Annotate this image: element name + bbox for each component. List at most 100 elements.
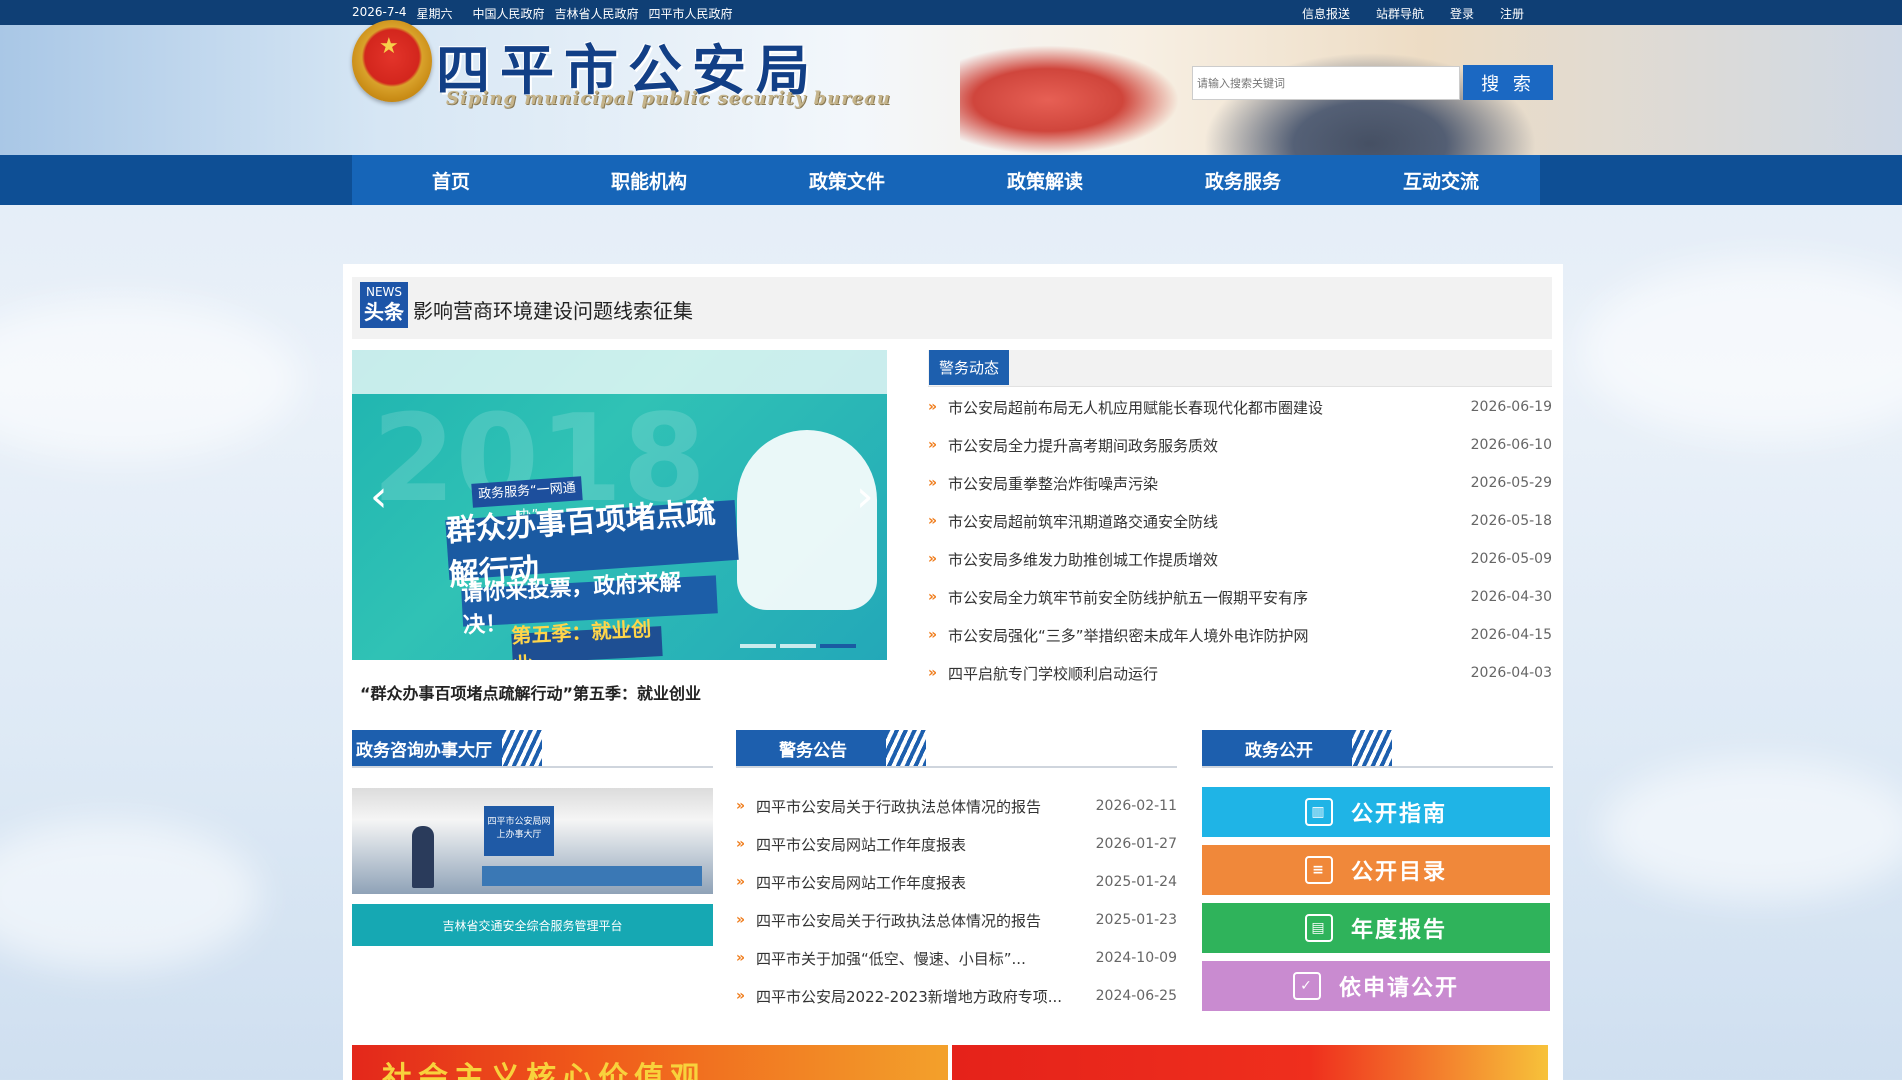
announcements-section-header: 警务公告 (736, 730, 1177, 768)
office-hall-sign: 四平市公安局网上办事大厅 (484, 806, 554, 856)
gov-open-title: 政务公开 (1202, 730, 1352, 766)
apply-disclosure-label: 依申请公开 (1338, 976, 1459, 1001)
nav-gov-services[interactable]: 政务服务 (1144, 155, 1342, 205)
link-central-government[interactable]: 中国人民政府 (472, 5, 544, 22)
bullet-icon: » (928, 551, 938, 567)
carousel-sponsor-strip (352, 350, 887, 394)
news-title[interactable]: 市公安局超前筑牢汛期道路交通安全防线 (948, 511, 1471, 532)
tab-police-news[interactable]: 警务动态 (929, 350, 1009, 385)
chart-icon: ▤ (1304, 914, 1333, 942)
list-item[interactable]: » 市公安局全力提升高考期间政务服务质效 2026-06-10 (928, 426, 1552, 464)
bullet-icon: » (928, 513, 938, 529)
list-item[interactable]: » 四平市公安局2022-2023新增地方政府专项... 2024-06-25 (736, 977, 1177, 1015)
list-item[interactable]: » 市公安局多维发力助推创城工作提质增效 2026-05-09 (928, 540, 1552, 578)
news-title[interactable]: 市公安局全力筑牢节前安全防线护航五一假期平安有序 (948, 587, 1471, 608)
announcement-title[interactable]: 四平市公安局网站工作年度报表 (756, 872, 1096, 893)
bottom-banner-left[interactable]: 社会主义核心价值观 (352, 1045, 948, 1080)
gov-open-section-header: 政务公开 (1202, 730, 1553, 768)
nav-home[interactable]: 首页 (352, 155, 550, 205)
bullet-icon: » (928, 627, 938, 643)
list-item[interactable]: » 市公安局全力筑牢节前安全防线护航五一假期平安有序 2026-04-30 (928, 578, 1552, 616)
image-carousel[interactable]: 2018 政务服务“一网通办” 群众办事百项堵点疏解行动 请你来投票，政府来解决… (352, 350, 887, 660)
list-item[interactable]: » 四平市公安局网站工作年度报表 2025-01-24 (736, 863, 1177, 901)
announcement-title[interactable]: 四平市公安局网站工作年度报表 (756, 834, 1096, 855)
background-cloud (1600, 760, 1902, 900)
link-jilin-government[interactable]: 吉林省人民政府 (555, 5, 639, 22)
police-emblem-icon (352, 20, 432, 102)
apply-disclosure-button[interactable]: ✓ 依申请公开 (1202, 961, 1550, 1011)
news-title[interactable]: 市公安局多维发力助推创城工作提质增效 (948, 549, 1471, 570)
nav-policy-interpretation[interactable]: 政策解读 (946, 155, 1144, 205)
news-title[interactable]: 市公安局强化“三多”举措织密未成年人境外电诈防护网 (948, 625, 1471, 646)
headline-link[interactable]: 影响营商环境建设问题线索征集 (413, 295, 693, 324)
bottom-banner-right[interactable] (952, 1045, 1548, 1080)
announcement-date: 2024-06-25 (1095, 988, 1177, 1004)
flag-decoration (960, 45, 1180, 155)
open-catalog-button[interactable]: ≡ 公开目录 (1202, 845, 1550, 895)
news-title[interactable]: 市公安局全力提升高考期间政务服务质效 (948, 435, 1471, 456)
stripes-decoration (1352, 730, 1392, 766)
list-item[interactable]: » 市公安局超前布局无人机应用赋能长春现代化都市圈建设 2026-06-19 (928, 388, 1552, 426)
current-weekday: 星期六 (416, 7, 453, 21)
carousel-caption[interactable]: “群众办事百项堵点疏解行动”第五季：就业创业 (360, 680, 701, 704)
office-hall-title: 政务咨询办事大厅 (352, 730, 502, 766)
list-item[interactable]: » 四平市公安局关于行政执法总体情况的报告 2025-01-23 (736, 901, 1177, 939)
list-icon: ≡ (1304, 856, 1333, 884)
carousel-next-arrow-icon[interactable]: › (856, 475, 874, 519)
list-item[interactable]: » 市公安局强化“三多”举措织密未成年人境外电诈防护网 2026-04-15 (928, 616, 1552, 654)
carousel-prev-arrow-icon[interactable]: ‹ (370, 475, 388, 519)
bullet-icon: » (736, 836, 746, 852)
nav-departments[interactable]: 职能机构 (550, 155, 748, 205)
nav-policy-documents[interactable]: 政策文件 (748, 155, 946, 205)
list-item[interactable]: » 四平市关于加强“低空、慢速、小目标”... 2024-10-09 (736, 939, 1177, 977)
announcement-date: 2025-01-24 (1095, 874, 1177, 890)
background-cloud (0, 300, 300, 460)
open-guide-button[interactable]: ▥ 公开指南 (1202, 787, 1550, 837)
police-officers-image (1190, 45, 1550, 155)
carousel-dot-active[interactable] (820, 644, 856, 648)
main-nav-inner: 首页 职能机构 政策文件 政策解读 政务服务 互动交流 (352, 155, 1540, 205)
announcements-list: » 四平市公安局关于行政执法总体情况的报告 2026-02-11 » 四平市公安局网站… (736, 787, 1177, 1015)
bullet-icon: » (928, 399, 938, 415)
nav-interaction[interactable]: 互动交流 (1342, 155, 1540, 205)
main-nav: 首页 职能机构 政策文件 政策解读 政务服务 互动交流 (0, 155, 1902, 205)
list-item[interactable]: » 市公安局重拳整治炸街噪声污染 2026-05-29 (928, 464, 1552, 502)
link-info-submit[interactable]: 信息报送 (1302, 5, 1350, 22)
stripes-decoration (502, 730, 542, 766)
carousel-slide-season: 第五季：就业创业 (511, 617, 663, 660)
news-date: 2026-04-30 (1470, 589, 1552, 605)
link-siping-government[interactable]: 四平市人民政府 (649, 5, 733, 22)
announcement-date: 2026-02-11 (1095, 798, 1177, 814)
list-item[interactable]: » 四平市公安局网站工作年度报表 2026-01-27 (736, 825, 1177, 863)
bullet-icon: » (928, 665, 938, 681)
news-title[interactable]: 市公安局超前布局无人机应用赋能长春现代化都市圈建设 (948, 397, 1471, 418)
traffic-platform-link[interactable]: 吉林省交通安全综合服务管理平台 (352, 904, 713, 946)
announcement-title[interactable]: 四平市公安局关于行政执法总体情况的报告 (756, 910, 1096, 931)
list-item[interactable]: » 四平启航专门学校顺利启动运行 2026-04-03 (928, 654, 1552, 692)
book-icon: ▥ (1304, 798, 1333, 826)
carousel-dot[interactable] (740, 644, 776, 648)
top-bar-left: 2026-7-4 星期六 中国人民政府 吉林省人民政府 四平市人民政府 (352, 5, 733, 22)
open-catalog-label: 公开目录 (1350, 860, 1447, 885)
link-register[interactable]: 注册 (1500, 5, 1524, 22)
news-headline-badge: NEWS 头条 (360, 282, 408, 328)
list-item[interactable]: » 四平市公安局关于行政执法总体情况的报告 2026-02-11 (736, 787, 1177, 825)
bullet-icon: » (736, 874, 746, 890)
announcement-title[interactable]: 四平市公安局2022-2023新增地方政府专项... (756, 986, 1096, 1007)
announcement-title[interactable]: 四平市关于加强“低空、慢速、小目标”... (756, 948, 1096, 969)
news-title[interactable]: 四平启航专门学校顺利启动运行 (948, 663, 1471, 684)
search-input[interactable] (1192, 66, 1460, 100)
annual-report-button[interactable]: ▤ 年度报告 (1202, 903, 1550, 953)
announcement-date: 2025-01-23 (1095, 912, 1177, 928)
link-login[interactable]: 登录 (1450, 5, 1474, 22)
bullet-icon: » (736, 988, 746, 1004)
news-date: 2026-04-15 (1470, 627, 1552, 643)
announcement-title[interactable]: 四平市公安局关于行政执法总体情况的报告 (756, 796, 1096, 817)
list-item[interactable]: » 市公安局超前筑牢汛期道路交通安全防线 2026-05-18 (928, 502, 1552, 540)
carousel-dot[interactable] (780, 644, 816, 648)
news-title[interactable]: 市公安局重拳整治炸街噪声污染 (948, 473, 1471, 494)
news-date: 2026-05-18 (1470, 513, 1552, 529)
office-hall-image[interactable]: 四平市公安局网上办事大厅 (352, 788, 713, 894)
search-button[interactable]: 搜 索 (1463, 65, 1553, 100)
link-site-navigation[interactable]: 站群导航 (1376, 5, 1424, 22)
